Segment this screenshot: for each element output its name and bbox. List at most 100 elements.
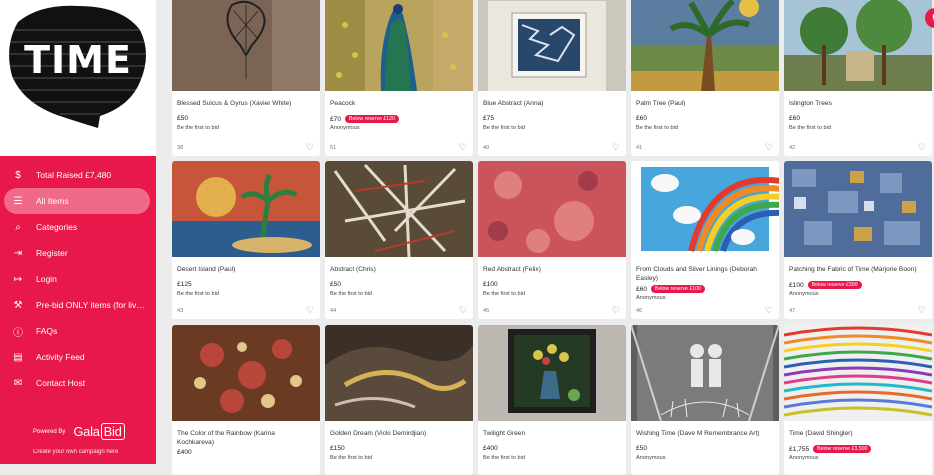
item-price-row: £60 Below reserve £100 [636, 285, 705, 293]
item-card[interactable]: Red Abstract (Felix) £100 Be the first t… [478, 161, 626, 319]
heart-icon[interactable]: ♡ [918, 305, 926, 316]
item-status: Anonymous [789, 291, 819, 297]
heart-icon[interactable]: ♡ [459, 305, 467, 316]
item-title: Desert Island (Paul) [177, 266, 236, 273]
item-card[interactable]: Desert Island (Paul) £125 Be the first t… [172, 161, 320, 319]
item-card[interactable]: Blessed Sulcus & Gyrus (Xavier White) £5… [172, 0, 320, 156]
heart-icon[interactable]: ♡ [612, 142, 620, 153]
register-icon: ⇥ [13, 247, 23, 259]
reserve-badge: Below reserve £120 [345, 115, 399, 123]
item-title: Golden Dream (Vicki Demirdjian) [330, 430, 427, 437]
sidebar-item-total-raised[interactable]: $ Total Raised £7,480 [4, 162, 150, 188]
item-number: 44 [330, 308, 337, 314]
item-status: Be the first to bid [483, 455, 525, 461]
item-status: Anonymous [636, 455, 666, 461]
item-card[interactable]: Time (David Shingler) £1,755 Below reserv… [784, 325, 932, 475]
powered-by[interactable]: Powered By Gala Bid [33, 423, 125, 440]
sidebar-item-activity-feed[interactable]: ▤ Activity Feed [4, 344, 150, 370]
item-image [478, 325, 626, 421]
item-image [478, 161, 626, 257]
item-status: Be the first to bid [483, 291, 525, 297]
heart-icon[interactable]: ♡ [306, 142, 314, 153]
sidebar-item-register[interactable]: ⇥ Register [4, 240, 150, 266]
item-image [631, 325, 779, 421]
item-price-row: £400 [483, 445, 498, 452]
item-price: £50 [636, 445, 648, 452]
info-icon: ⓘ [13, 327, 23, 339]
item-price-row: £70 Below reserve £120 [330, 115, 399, 123]
item-title: Blue Abstract (Anna) [483, 100, 544, 107]
item-status: Anonymous [789, 455, 819, 461]
item-number: 40 [483, 145, 490, 151]
item-price-row: £150 [330, 445, 345, 452]
item-price: £70 [330, 115, 342, 123]
item-card[interactable]: Golden Dream (Vicki Demirdjian) £150 Be … [325, 325, 473, 475]
item-price: £75 [483, 115, 495, 122]
item-card[interactable]: Patching the Fabric of Time (Marjorie Bo… [784, 161, 932, 319]
create-campaign-link[interactable]: Create your own campaign here [33, 449, 118, 455]
item-price: £100 [789, 281, 804, 289]
item-price: £1,755 [789, 445, 810, 453]
item-price-row: £50 [330, 281, 341, 288]
item-price-row: £1,755 Below reserve £3,500 [789, 445, 872, 453]
sidebar-item-faqs[interactable]: ⓘ FAQs [4, 318, 150, 344]
sidebar-item-categories[interactable]: ⌕ Categories [4, 214, 150, 240]
item-price-row: £100 [483, 281, 498, 288]
item-price: £400 [483, 445, 498, 452]
reserve-badge: Below reserve £3,500 [813, 445, 872, 453]
item-card[interactable]: Islington Trees £60 Be the first to bid … [784, 0, 932, 156]
galabid-brand-box: Bid [100, 423, 125, 440]
sidebar-item-pre-bid[interactable]: ⚒ Pre-bid ONLY items (for live ... [4, 292, 150, 318]
heart-icon[interactable]: ♡ [306, 305, 314, 316]
login-icon: ↦ [13, 273, 23, 285]
item-title: Patching the Fabric of Time (Marjorie Bo… [789, 266, 917, 273]
sidebar-item-login[interactable]: ↦ Login [4, 266, 150, 292]
item-card[interactable]: Abstract (Chris) £50 Be the first to bid… [325, 161, 473, 319]
sidebar: TIME $ Total Raised £7,480 ☰ All Items ⌕… [0, 0, 156, 464]
sidebar-item-label: Pre-bid ONLY items (for live ... [36, 300, 148, 310]
sidebar-item-all-items[interactable]: ☰ All Items [4, 188, 150, 214]
item-image [172, 161, 320, 257]
powered-by-label: Powered By [33, 428, 66, 435]
heart-icon[interactable]: ♡ [612, 305, 620, 316]
item-price-row: £60 [789, 115, 800, 122]
heart-icon[interactable]: ♡ [765, 142, 773, 153]
item-title: Islington Trees [789, 100, 832, 107]
heart-icon[interactable]: ♡ [918, 142, 926, 153]
item-price: £150 [330, 445, 345, 452]
sidebar-item-contact-host[interactable]: ✉ Contact Host [4, 370, 150, 396]
item-status: Be the first to bid [177, 291, 219, 297]
item-status: Anonymous [636, 295, 666, 301]
logo-word: TIME [24, 38, 132, 82]
search-icon: ⌕ [15, 221, 21, 233]
item-card[interactable]: Blue Abstract (Anna) £75 Be the first to… [478, 0, 626, 156]
item-card[interactable]: Palm Tree (Paul) £60 Be the first to bid… [631, 0, 779, 156]
heart-icon[interactable]: ♡ [459, 142, 467, 153]
item-card[interactable]: Peacock £70 Below reserve £120 Anonymous … [325, 0, 473, 156]
list-icon: ☰ [13, 195, 23, 207]
item-status: Be the first to bid [177, 125, 219, 131]
item-status: Be the first to bid [789, 125, 831, 131]
item-title: The Color of the Rainbow (Karina Kochkar… [177, 430, 275, 446]
item-card[interactable]: From Clouds and Silver Linings (Deborah … [631, 161, 779, 319]
item-image [631, 0, 779, 91]
item-title: Red Abstract (Felix) [483, 266, 541, 273]
item-title: Wishing Time (Dave M Remembrance Art) [636, 430, 760, 437]
item-number: 43 [177, 308, 184, 314]
sidebar-item-label: Activity Feed [36, 352, 85, 362]
item-price-row: £400 [177, 449, 192, 456]
item-number: 51 [330, 145, 337, 151]
item-image [172, 0, 320, 91]
logo[interactable]: TIME [0, 0, 156, 156]
item-card[interactable]: Wishing Time (Dave M Remembrance Art) £5… [631, 325, 779, 475]
item-image [784, 325, 932, 421]
sidebar-item-label: Contact Host [36, 378, 86, 388]
heart-icon[interactable]: ♡ [765, 305, 773, 316]
item-card[interactable]: Twilight Green £400 Be the first to bid [478, 325, 626, 475]
item-number: 41 [636, 145, 643, 151]
item-price: £100 [483, 281, 498, 288]
galabid-brand: Gala [73, 424, 100, 439]
item-card[interactable]: The Color of the Rainbow (Karina Kochkar… [172, 325, 320, 475]
reserve-badge: Below reserve £100 [651, 285, 705, 293]
item-price-row: £50 [636, 445, 647, 452]
